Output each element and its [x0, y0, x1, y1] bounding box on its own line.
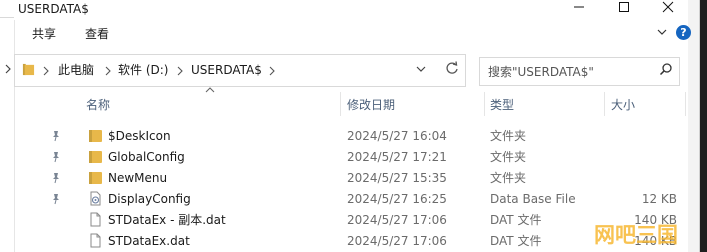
- recent-locations-button[interactable]: [4, 63, 12, 78]
- breadcrumb-separator: [42, 62, 50, 83]
- column-divider[interactable]: [685, 92, 686, 116]
- file-size: 12 KB: [641, 192, 677, 206]
- pin-icon[interactable]: [50, 172, 62, 184]
- maximize-icon: [619, 2, 629, 12]
- file-icon: [90, 233, 101, 248]
- file-name: STDataEx - 副本.dat: [108, 213, 226, 227]
- chevron-down-icon: [416, 66, 426, 72]
- breadcrumb-this-pc[interactable]: 此电脑: [58, 62, 94, 78]
- database-file-icon: [90, 191, 101, 206]
- refresh-icon: [446, 61, 458, 74]
- file-name: $DeskIcon: [108, 129, 171, 143]
- search-placeholder: 搜索"USERDATA$": [488, 65, 594, 79]
- folder-icon: [89, 151, 102, 163]
- chevron-right-icon: [5, 64, 11, 74]
- file-date: 2024/5/27 17:06: [347, 234, 447, 248]
- folder-icon: [89, 130, 102, 142]
- refresh-button[interactable]: [444, 59, 460, 81]
- tab-share[interactable]: 共享: [32, 26, 56, 42]
- minimize-icon: [574, 6, 584, 8]
- file-type: Data Base File: [490, 192, 576, 206]
- chevron-up-icon: [205, 87, 215, 93]
- file-type: DAT 文件: [490, 213, 542, 227]
- pin-icon[interactable]: [50, 151, 62, 163]
- column-header-name[interactable]: 名称: [86, 97, 110, 113]
- background-window-edge: [688, 0, 707, 252]
- file-date: 2024/5/27 16:25: [347, 192, 447, 206]
- column-header-date[interactable]: 修改日期: [347, 97, 395, 113]
- breadcrumb-drive-d[interactable]: 软件 (D:): [118, 62, 168, 78]
- minimize-button[interactable]: [561, 0, 597, 16]
- file-date: 2024/5/27 16:04: [347, 129, 447, 143]
- file-name: NewMenu: [108, 171, 168, 185]
- close-icon: [662, 1, 674, 13]
- file-type: 文件夹: [490, 129, 527, 143]
- column-divider[interactable]: [484, 92, 485, 116]
- file-name: STDataEx.dat: [108, 234, 190, 248]
- chevron-down-icon: [657, 29, 667, 35]
- file-date: 2024/5/27 15:35: [347, 171, 447, 185]
- search-icon[interactable]: [659, 62, 673, 76]
- breadcrumb-separator: [268, 62, 276, 83]
- breadcrumb-separator: [104, 62, 112, 83]
- file-date: 2024/5/27 17:06: [347, 213, 447, 227]
- breadcrumb-separator: [176, 62, 184, 83]
- collapse-ribbon-button[interactable]: [656, 26, 668, 41]
- file-icon: [90, 212, 101, 227]
- sort-ascending-indicator: [205, 86, 215, 97]
- file-type: DAT 文件: [490, 234, 542, 248]
- column-header-size[interactable]: 大小: [611, 97, 635, 113]
- file-name: GlobalConfig: [108, 150, 185, 164]
- help-icon[interactable]: ?: [676, 25, 691, 40]
- maximize-button[interactable]: [606, 0, 642, 16]
- pin-icon[interactable]: [50, 193, 62, 205]
- column-divider[interactable]: [604, 92, 605, 116]
- window-title: USERDATA$: [18, 2, 89, 16]
- file-type: 文件夹: [490, 171, 527, 185]
- pin-icon[interactable]: [50, 130, 62, 142]
- file-date: 2024/5/27 17:21: [347, 150, 447, 164]
- folder-icon: [89, 172, 102, 184]
- column-divider[interactable]: [340, 92, 341, 116]
- tab-view[interactable]: 查看: [85, 26, 109, 42]
- file-name: DisplayConfig: [108, 192, 191, 206]
- column-header-type[interactable]: 类型: [490, 97, 514, 113]
- close-button[interactable]: [650, 0, 686, 16]
- folder-icon: [22, 63, 35, 76]
- address-history-button[interactable]: [415, 63, 427, 78]
- watermark-logo: 网吧三国: [594, 223, 678, 247]
- breadcrumb-userdata[interactable]: USERDATA$: [191, 62, 262, 78]
- file-type: 文件夹: [490, 150, 527, 164]
- navigation-pane-edge: [0, 0, 15, 252]
- svg-text:网吧三国: 网吧三国: [594, 223, 678, 247]
